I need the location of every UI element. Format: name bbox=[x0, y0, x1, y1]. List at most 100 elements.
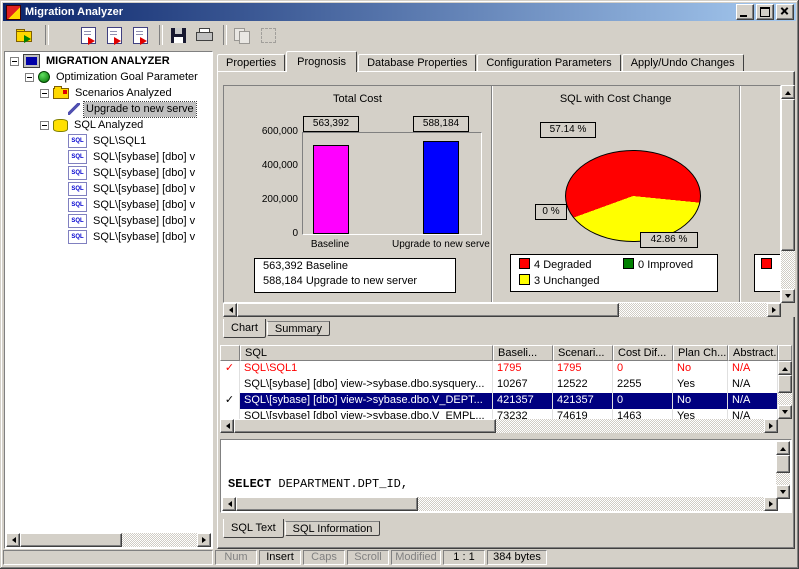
scrollbar-track[interactable] bbox=[234, 419, 764, 433]
sql-text-editor[interactable]: SELECT DEPARTMENT.DPT_ID, DEPARTMENT.DPT… bbox=[222, 441, 784, 502]
tab-sql-text[interactable]: SQL Text bbox=[223, 519, 284, 538]
sql-results-grid: SQL Baseli... Scenari... Cost Dif... Pla… bbox=[220, 345, 792, 433]
column-header-scenario[interactable]: Scenari... bbox=[553, 345, 613, 361]
y-tick-label: 0 bbox=[228, 228, 298, 239]
scrollbar-track[interactable] bbox=[781, 99, 795, 289]
scroll-left-button[interactable] bbox=[6, 533, 20, 547]
tree-item-sql[interactable]: SQL SQL\[sybase] [dbo] v bbox=[6, 149, 211, 165]
scrollbar-track[interactable] bbox=[776, 455, 790, 485]
scroll-right-button[interactable] bbox=[764, 419, 778, 433]
scroll-right-button[interactable] bbox=[764, 497, 778, 511]
legend-entry: 0 Improved bbox=[623, 258, 693, 271]
close-button[interactable] bbox=[776, 4, 794, 20]
scroll-right-button[interactable] bbox=[767, 303, 781, 317]
print-button[interactable] bbox=[191, 23, 217, 47]
tab-prognosis[interactable]: Prognosis bbox=[286, 51, 357, 72]
minimize-button[interactable] bbox=[736, 4, 754, 20]
scenario-icon bbox=[68, 103, 80, 115]
tree-item-migration-analyzer[interactable]: MIGRATION ANALYZER bbox=[6, 53, 211, 69]
maximize-button[interactable] bbox=[756, 4, 774, 20]
grid-rows: ✓ SQL\SQL1 1795 1795 0 No N/A SQL\[sybas… bbox=[220, 361, 778, 419]
scroll-down-button[interactable] bbox=[776, 485, 790, 499]
column-header-sql[interactable]: SQL bbox=[240, 345, 493, 361]
scrollbar-track[interactable] bbox=[778, 375, 792, 405]
sql-statement-icon: SQL bbox=[68, 150, 87, 164]
copy-button[interactable] bbox=[229, 23, 255, 47]
tab-sql-information[interactable]: SQL Information bbox=[285, 521, 381, 536]
status-num-lock: Num bbox=[215, 550, 257, 565]
tab-properties[interactable]: Properties bbox=[217, 54, 285, 71]
red-swatch bbox=[761, 258, 772, 269]
tab-configuration-parameters[interactable]: Configuration Parameters bbox=[477, 54, 620, 71]
plan-change-cell: No bbox=[673, 361, 728, 377]
tree-item-optimization-goal[interactable]: Optimization Goal Parameter bbox=[6, 69, 211, 85]
table-row[interactable]: ✓ SQL\SQL1 1795 1795 0 No N/A bbox=[220, 361, 778, 377]
column-header-cost-diff[interactable]: Cost Dif... bbox=[613, 345, 673, 361]
scrollbar-track[interactable] bbox=[20, 533, 197, 547]
tree-item-sql[interactable]: SQL SQL\[sybase] [dbo] v bbox=[6, 213, 211, 229]
plot-area bbox=[302, 132, 482, 235]
window-title: Migration Analyzer bbox=[25, 6, 734, 18]
tree-item-sql[interactable]: SQL SQL\[sybase] [dbo] v bbox=[6, 197, 211, 213]
pie-chart-legend: 4 Degraded 0 Improved 3 Unchanged bbox=[510, 254, 718, 292]
sql-statement-icon: SQL bbox=[68, 166, 87, 180]
scroll-left-button[interactable] bbox=[223, 303, 237, 317]
tree-item-sql[interactable]: SQL SQL\SQL1 bbox=[6, 133, 211, 149]
add-sql-button[interactable] bbox=[75, 23, 101, 47]
tree-item-sql[interactable]: SQL SQL\[sybase] [dbo] v bbox=[6, 181, 211, 197]
sql-tab-strip: SQL Text SQL Information bbox=[223, 519, 381, 539]
tree-item-sql[interactable]: SQL SQL\[sybase] [dbo] v bbox=[6, 229, 211, 245]
chart-title: Total Cost bbox=[224, 93, 491, 105]
tab-apply-undo-changes[interactable]: Apply/Undo Changes bbox=[622, 54, 744, 71]
tree-collapse-icon[interactable] bbox=[40, 121, 49, 130]
grid-header-row: SQL Baseli... Scenari... Cost Dif... Pla… bbox=[220, 345, 792, 361]
chart-title: SQL with Cost Change bbox=[492, 93, 739, 105]
column-header-plan-change[interactable]: Plan Ch... bbox=[673, 345, 728, 361]
legend-label: 3 Unchanged bbox=[534, 275, 599, 287]
scroll-right-button[interactable] bbox=[197, 533, 211, 547]
column-header-baseline[interactable]: Baseli... bbox=[493, 345, 553, 361]
open-scenario-button[interactable] bbox=[11, 23, 37, 47]
scrollbar-thumb[interactable] bbox=[20, 533, 122, 547]
scrollbar-thumb[interactable] bbox=[237, 303, 619, 317]
scroll-left-button[interactable] bbox=[220, 419, 234, 433]
save-button[interactable] bbox=[165, 23, 191, 47]
import-sql-button[interactable] bbox=[127, 23, 153, 47]
tree-collapse-icon[interactable] bbox=[25, 73, 34, 82]
tree-item-scenarios-analyzed[interactable]: Scenarios Analyzed bbox=[6, 85, 211, 101]
tree-item-sql-analyzed[interactable]: SQL Analyzed bbox=[6, 117, 211, 133]
select-button[interactable] bbox=[255, 23, 281, 47]
scenarios-folder-icon bbox=[53, 88, 69, 99]
scenario-bar bbox=[423, 141, 459, 234]
tree-item-upgrade-scenario[interactable]: Upgrade to new serve bbox=[6, 101, 211, 117]
toolbar-separator bbox=[159, 25, 163, 45]
scrollbar-track[interactable] bbox=[236, 497, 764, 511]
scroll-up-button[interactable] bbox=[776, 441, 790, 455]
scrollbar-thumb[interactable] bbox=[778, 375, 792, 393]
column-header-abstract[interactable]: Abstract... bbox=[728, 345, 778, 361]
add-sql-file-button[interactable] bbox=[101, 23, 127, 47]
column-header-check[interactable] bbox=[220, 345, 240, 361]
scroll-up-button[interactable] bbox=[778, 361, 792, 375]
clipped-legend bbox=[754, 254, 780, 292]
scroll-down-button[interactable] bbox=[781, 289, 795, 303]
table-row-selected[interactable]: ✓ SQL\[sybase] [dbo] view->sybase.dbo.V_… bbox=[220, 393, 778, 409]
status-insert-mode: Insert bbox=[259, 550, 301, 565]
scroll-left-button[interactable] bbox=[222, 497, 236, 511]
scrollbar-thumb[interactable] bbox=[236, 497, 418, 511]
tree-collapse-icon[interactable] bbox=[40, 89, 49, 98]
tree-item-sql[interactable]: SQL SQL\[sybase] [dbo] v bbox=[6, 165, 211, 181]
table-row[interactable]: SQL\[sybase] [dbo] view->sybase.dbo.V_EM… bbox=[220, 409, 778, 419]
scrollbar-thumb[interactable] bbox=[234, 419, 496, 433]
scroll-down-button[interactable] bbox=[778, 405, 792, 419]
tab-database-properties[interactable]: Database Properties bbox=[358, 54, 476, 71]
table-row[interactable]: SQL\[sybase] [dbo] view->sybase.dbo.sysq… bbox=[220, 377, 778, 393]
scrollbar-thumb[interactable] bbox=[781, 99, 795, 251]
tab-summary[interactable]: Summary bbox=[267, 321, 330, 336]
scroll-up-button[interactable] bbox=[781, 85, 795, 99]
scrollbar-thumb[interactable] bbox=[776, 455, 790, 473]
scrollbar-track[interactable] bbox=[237, 303, 767, 317]
tab-chart[interactable]: Chart bbox=[223, 319, 266, 338]
sql-cell: SQL\[sybase] [dbo] view->sybase.dbo.V_DE… bbox=[240, 393, 493, 409]
tree-collapse-icon[interactable] bbox=[10, 57, 19, 66]
